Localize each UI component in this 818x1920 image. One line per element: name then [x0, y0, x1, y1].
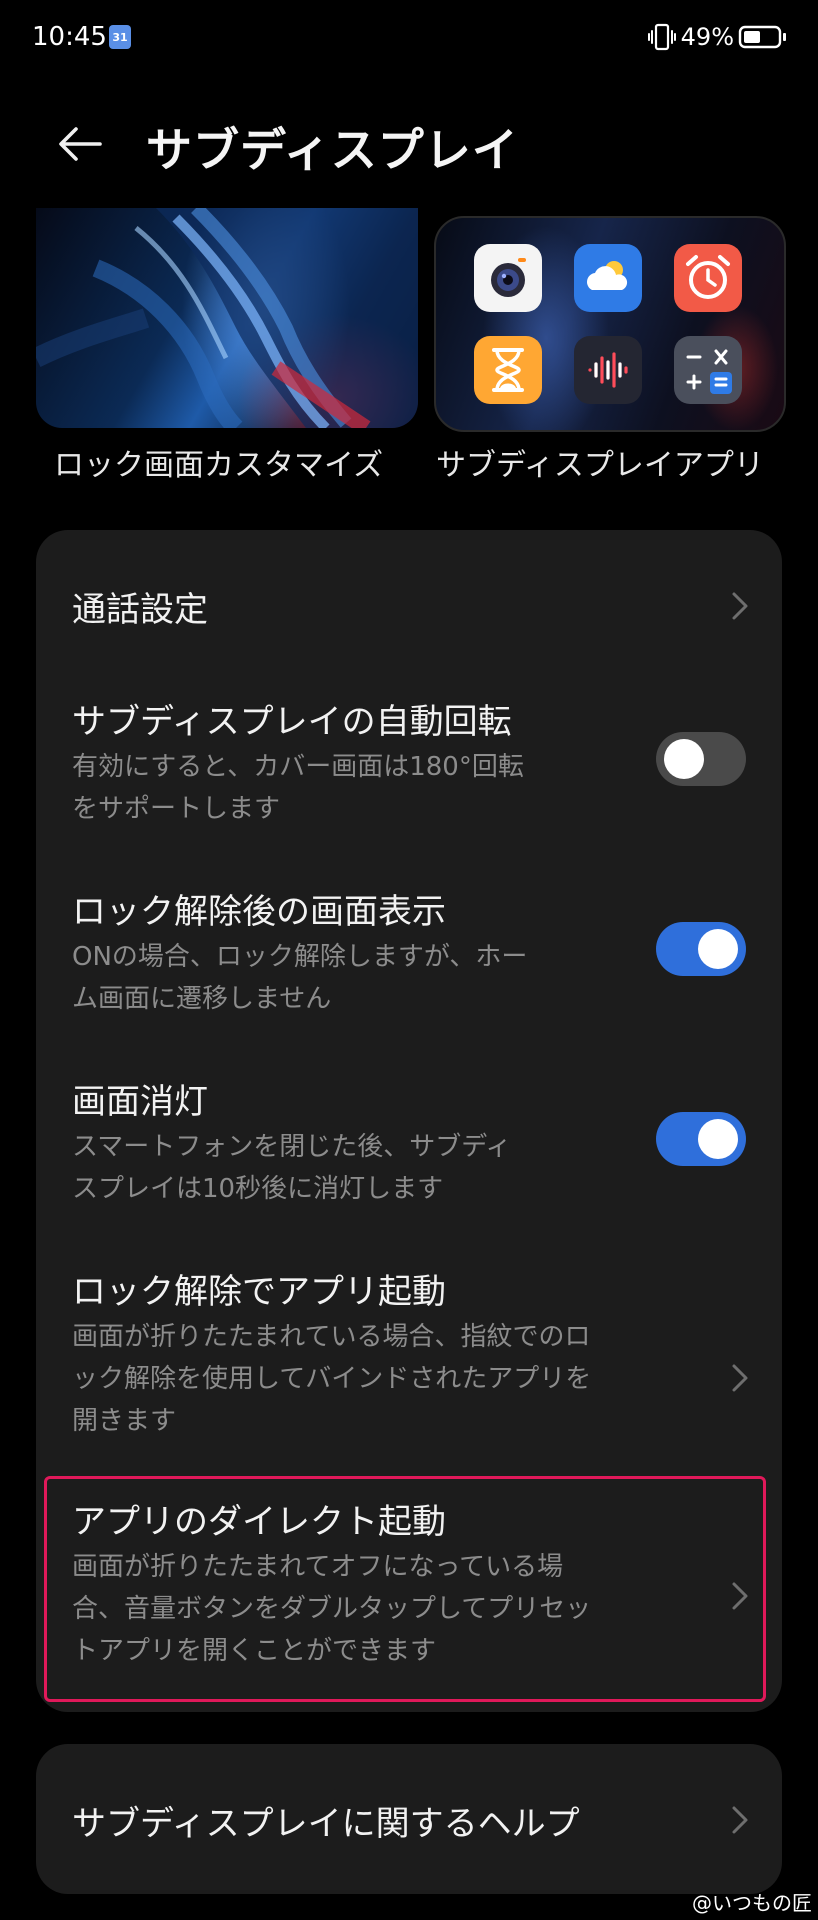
- auto-rotate-row: サブディスプレイの自動回転 有効にすると、カバー画面は180°回転 をサポートし…: [36, 680, 782, 870]
- header: サブディスプレイ: [0, 100, 818, 190]
- alarm-app-icon: [674, 244, 742, 312]
- auto-rotate-description: 有効にすると、カバー画面は180°回転 をサポートします: [72, 746, 652, 830]
- toggle-knob: [664, 739, 704, 779]
- camera-app-icon: [474, 244, 542, 312]
- sub-display-apps-label[interactable]: サブディスプレイアプリ: [436, 440, 764, 484]
- help-title: サブディスプレイに関するヘルプ: [72, 1804, 580, 1844]
- chevron-right-icon: [732, 1364, 748, 1392]
- settings-card: 通話設定 サブディスプレイの自動回転 有効にすると、カバー画面は180°回転 を…: [36, 530, 782, 1712]
- status-time: 10:45: [32, 22, 107, 52]
- weather-app-icon: [574, 244, 642, 312]
- calendar-notification-icon: 31: [109, 25, 131, 49]
- unlock-launch-app-title: ロック解除でアプリ起動: [72, 1272, 446, 1312]
- chevron-right-icon: [732, 1806, 748, 1834]
- description-line: 有効にすると、カバー画面は180°回転: [72, 752, 524, 782]
- direct-launch-app-description: 画面が折りたたまれてオフになっている場 合、音量ボタンをダブルタップしてプリセッ…: [72, 1546, 652, 1672]
- watermark: @いつもの匠: [692, 1891, 812, 1915]
- help-card: サブディスプレイに関するヘルプ: [36, 1744, 782, 1894]
- auto-rotate-toggle[interactable]: [656, 732, 746, 786]
- call-settings-title: 通話設定: [72, 590, 208, 630]
- help-row[interactable]: サブディスプレイに関するヘルプ: [36, 1744, 782, 1894]
- battery-percent: 49%: [680, 23, 734, 51]
- lock-screen-preview[interactable]: [36, 208, 418, 428]
- toggle-knob: [698, 929, 738, 969]
- page-title: サブディスプレイ: [146, 123, 519, 177]
- sub-display-apps-preview[interactable]: [434, 216, 786, 432]
- back-arrow-icon[interactable]: [56, 124, 104, 164]
- description-line: スプレイは10秒後に消灯します: [72, 1174, 444, 1204]
- description-line: トアプリを開くことができます: [72, 1636, 437, 1666]
- direct-launch-app-title: アプリのダイレクト起動: [72, 1502, 446, 1542]
- description-line: 合、音量ボタンをダブルタップしてプリセッ: [72, 1594, 592, 1624]
- auto-rotate-title: サブディスプレイの自動回転: [72, 702, 512, 742]
- lock-screen-customize-label[interactable]: ロック画面カスタマイズ: [54, 440, 383, 484]
- timer-app-icon: [474, 336, 542, 404]
- screen-off-title: 画面消灯: [72, 1082, 208, 1122]
- after-unlock-display-title: ロック解除後の画面表示: [72, 892, 446, 932]
- after-unlock-display-description: ONの場合、ロック解除しますが、ホー ム画面に遷移しません: [72, 936, 652, 1020]
- description-line: 画面が折りたたまれている場合、指紋でのロ: [72, 1322, 591, 1352]
- unlock-launch-app-description: 画面が折りたたまれている場合、指紋でのロ ック解除を使用してバインドされたアプリ…: [72, 1316, 652, 1442]
- description-line: をサポートします: [72, 794, 281, 824]
- after-unlock-display-toggle[interactable]: [656, 922, 746, 976]
- description-line: ック解除を使用してバインドされたアプリを: [72, 1364, 592, 1394]
- call-settings-row[interactable]: 通話設定: [36, 530, 782, 680]
- battery-icon: [738, 25, 786, 49]
- chevron-right-icon: [732, 592, 748, 620]
- description-line: スマートフォンを閉じた後、サブディ: [72, 1132, 512, 1162]
- status-indicators: 49%: [647, 22, 788, 52]
- recorder-app-icon: [574, 336, 642, 404]
- direct-launch-app-row[interactable]: アプリのダイレクト起動 画面が折りたたまれてオフになっている場 合、音量ボタンを…: [36, 1480, 782, 1706]
- toggle-knob: [698, 1119, 738, 1159]
- calculator-app-icon: [674, 336, 742, 404]
- description-line: 画面が折りたたまれてオフになっている場: [72, 1552, 564, 1582]
- abstract-wallpaper-image: [36, 208, 418, 428]
- screen-off-description: スマートフォンを閉じた後、サブディ スプレイは10秒後に消灯します: [72, 1126, 652, 1210]
- unlock-launch-app-row[interactable]: ロック解除でアプリ起動 画面が折りたたまれている場合、指紋でのロ ック解除を使用…: [36, 1250, 782, 1478]
- description-line: ム画面に遷移しません: [72, 984, 332, 1014]
- screen-off-row: 画面消灯 スマートフォンを閉じた後、サブディ スプレイは10秒後に消灯します: [36, 1060, 782, 1250]
- description-line: 開きます: [72, 1406, 177, 1436]
- chevron-right-icon: [732, 1582, 748, 1610]
- description-line: ONの場合、ロック解除しますが、ホー: [72, 942, 528, 972]
- screen-off-toggle[interactable]: [656, 1112, 746, 1166]
- after-unlock-display-row: ロック解除後の画面表示 ONの場合、ロック解除しますが、ホー ム画面に遷移しませ…: [36, 870, 782, 1060]
- vibrate-icon: [647, 23, 676, 51]
- status-bar: 10:45 31 49%: [0, 0, 818, 76]
